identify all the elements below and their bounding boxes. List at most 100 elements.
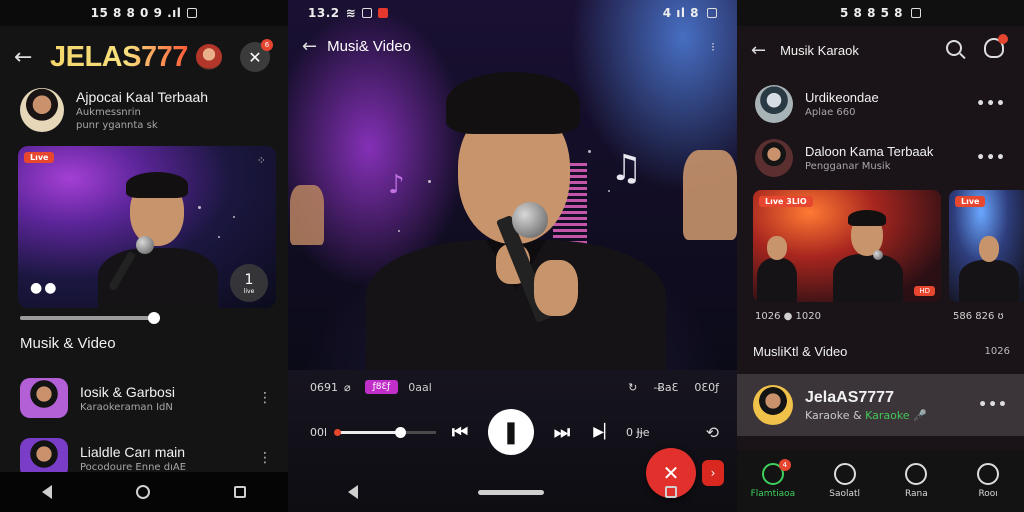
profile-row[interactable]: Ajpocai Kaal Terbaah Aukmessnrin punr yg…	[20, 86, 274, 134]
avatar[interactable]	[196, 44, 222, 70]
nav-recent-icon[interactable]	[234, 486, 246, 498]
pager-dots: ●●	[30, 280, 59, 296]
library-icon	[905, 463, 928, 485]
player-header: ← Musi& Video ⁝	[302, 36, 723, 57]
counter-value: 1	[244, 271, 254, 288]
player-title: Musi& Video	[327, 38, 412, 55]
more-icon[interactable]: •••	[978, 397, 1008, 413]
battery-icon	[187, 8, 198, 18]
status-bar: 5 8 8 5 8	[737, 0, 1024, 26]
more-icon[interactable]: •••	[976, 96, 1006, 112]
status-text: 15 8 8 0 9 .ıl	[90, 6, 182, 20]
end-time: 0 Ɉɉe	[626, 425, 650, 439]
system-nav-bar	[0, 472, 288, 512]
bottom-tab-bar: 4 Flamtiaoa Saolatl Rana Rooı	[737, 450, 1024, 512]
list-item[interactable]: Iosik & Garbosi Karaokeraman IdN ⋮	[20, 374, 274, 422]
previous-button[interactable]: ⏮	[446, 418, 474, 446]
hd-chip: HD	[914, 286, 935, 296]
back-arrow-icon[interactable]: ←	[14, 45, 42, 70]
list-avatar	[755, 85, 793, 123]
next-button[interactable]: ⏭	[548, 418, 576, 446]
app-header: ← Musik Karaok	[751, 34, 1012, 66]
speed-label[interactable]: -ɃaƐ	[653, 381, 678, 394]
profile-title: Ajpocai Kaal Terbaah	[76, 89, 209, 105]
now-playing-avatar	[753, 385, 793, 425]
viewer-counter[interactable]: 1 live	[230, 264, 268, 302]
progress-slider[interactable]	[20, 312, 161, 324]
nav-back-icon[interactable]	[42, 485, 52, 499]
status-bar: 13.2 ≋ 4 ıl 8	[288, 0, 737, 26]
cast-icon[interactable]: ⌀	[344, 381, 351, 394]
notification-icon[interactable]: ✕ 6	[240, 39, 273, 72]
tab-label: Saolatl	[829, 489, 861, 499]
nav-recent-icon[interactable]	[664, 486, 677, 498]
tab-library[interactable]: Rana	[886, 463, 946, 499]
now-playing-sub-accent: Karaoke	[865, 408, 910, 422]
nav-home-pill[interactable]	[478, 489, 545, 495]
section-count: 1026	[984, 346, 1010, 357]
nav-home-icon[interactable]	[136, 485, 150, 499]
now-playing-row[interactable]: JelaAS7777 Karaoke & Karaoke 🎤 •••	[737, 374, 1024, 436]
video-thumbnail[interactable]: Lıve ⁘ ●● 1 live	[18, 146, 276, 308]
repeat-icon[interactable]: ⟲	[706, 423, 719, 442]
more-icon[interactable]: ⋮	[258, 390, 272, 406]
search-icon[interactable]	[946, 40, 962, 56]
player-screen: ♫ ♪ 13.2 ≋ 4 ıl 8 ← Musi& Video ⁝ 0691 ⌀ …	[288, 0, 737, 512]
profile-sub-2: punr ygannta sk	[76, 120, 158, 131]
tab-home[interactable]: 4 Flamtiaoa	[743, 459, 803, 499]
grid-icon[interactable]: ⁘	[257, 154, 266, 167]
list-item-title: Iosik & Garbosi	[80, 383, 175, 400]
section-title: MusliKtl & Video	[753, 344, 848, 359]
tab-profile[interactable]: Rooı	[958, 463, 1018, 499]
tab-search[interactable]: Saolatl	[815, 463, 875, 499]
list-item-title: Urdikeondae	[805, 90, 879, 105]
video-card[interactable]: Lıve	[949, 190, 1024, 302]
brand-logo: JELAS777	[50, 40, 188, 73]
battery-icon	[910, 8, 921, 18]
more-icon[interactable]: ⋮	[258, 450, 272, 466]
list-item[interactable]: Daloon Kama Terbaak Pengganar Musik •••	[755, 136, 1010, 180]
status-right: 4 ıl 8	[662, 6, 699, 20]
profile-icon	[977, 463, 1000, 485]
now-playing-title: JelaAS7777	[805, 388, 894, 406]
back-arrow-icon[interactable]: ←	[302, 36, 317, 57]
app-header: ← JELAS777 ✕ 6	[0, 30, 288, 84]
status-time: 13.2	[308, 6, 340, 20]
now-playing-sub: Karaoke &	[805, 408, 866, 422]
tab-label: Flamtiaoa	[750, 489, 796, 499]
list-item-sub: Pocodoure Enne dıAE	[80, 461, 187, 473]
nav-back-icon[interactable]	[348, 485, 359, 499]
record-icon	[378, 8, 389, 18]
notification-icon[interactable]	[984, 34, 1008, 58]
status-text: 5 8 8 5 8	[840, 6, 903, 20]
live-chip: Lıve	[24, 152, 55, 163]
seek-bar[interactable]	[334, 426, 436, 438]
list-item-sub: Aplae 660	[805, 107, 856, 118]
section-title: Musik & Video	[20, 335, 116, 352]
current-time: 00l	[310, 425, 328, 439]
list-item-sub: Pengganar Musik	[805, 161, 891, 172]
app-icon	[362, 8, 373, 18]
singer-figure	[833, 206, 903, 302]
card-meta: 586 826 ʊ	[953, 311, 1004, 322]
play-pause-button[interactable]: ❚	[488, 409, 534, 455]
page-title: Musik Karaok	[780, 42, 859, 58]
more-icon[interactable]: •••	[976, 150, 1006, 166]
back-arrow-icon[interactable]: ←	[751, 40, 766, 61]
list-item[interactable]: Urdikeondae Aplae 660 •••	[755, 82, 1010, 126]
video-card[interactable]: Lıve 3LIO HD	[753, 190, 941, 302]
card-meta: 1026 ● 1020	[755, 311, 821, 322]
skip-icon[interactable]: ▶▏	[590, 418, 618, 446]
live-chip: Lıve 3LIO	[759, 196, 813, 207]
more-icon[interactable]: ⁝	[711, 40, 715, 54]
elapsed-label: 0691	[310, 380, 338, 394]
list-item-title: Lialdle Carı main	[80, 443, 186, 460]
list-item-title: Daloon Kama Terbaak	[805, 144, 934, 159]
quality-chip[interactable]: ƒ8Ɛƒ	[364, 380, 399, 394]
singer-figure	[88, 166, 228, 308]
section-header: MusliKtl & Video 1026	[753, 344, 1010, 359]
tab-label: Rooı	[978, 489, 998, 499]
track-label: 0aal	[408, 380, 432, 394]
system-nav-bar	[288, 472, 737, 512]
loop-icon[interactable]: ↻	[628, 381, 637, 394]
